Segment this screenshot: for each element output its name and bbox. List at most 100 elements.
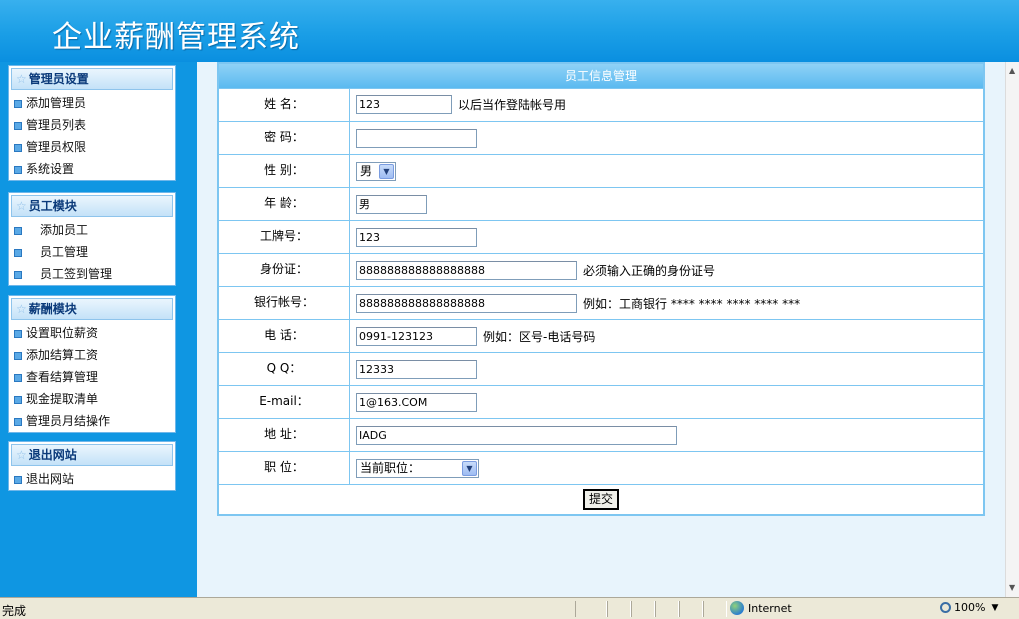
security-zone: Internet xyxy=(730,601,792,615)
form-row-badge: 工牌号： 123 xyxy=(219,220,983,253)
bullet-icon xyxy=(14,374,22,382)
form-row-idcard: 身份证： 888888888888888888 必须输入正确的身份证号 xyxy=(219,253,983,286)
globe-icon xyxy=(730,601,744,615)
chevron-down-icon[interactable]: ▼ xyxy=(379,163,394,179)
zone-label: Internet xyxy=(748,601,792,615)
sidebar-item-label: 管理员权限 xyxy=(26,140,87,154)
position-select[interactable]: 当前职位： ▼ xyxy=(356,458,479,478)
star-icon: ☆ xyxy=(16,302,27,316)
sidebar-item-employee-manage[interactable]: 员工管理 xyxy=(9,241,175,263)
status-segment xyxy=(703,601,727,617)
gender-select[interactable]: 男 ▼ xyxy=(356,161,396,181)
menu-section-exit: ☆ 退出网站 退出网站 xyxy=(8,441,176,491)
bullet-icon xyxy=(14,352,22,360)
bullet-icon xyxy=(14,476,22,484)
sidebar-item-label: 管理员列表 xyxy=(26,118,87,132)
sidebar-item-admin-permissions[interactable]: 管理员权限 xyxy=(9,136,175,158)
star-icon: ☆ xyxy=(16,72,27,86)
sidebar-item-view-settlement[interactable]: 查看结算管理 xyxy=(9,366,175,388)
sidebar-item-employee-checkin[interactable]: 员工签到管理 xyxy=(9,263,175,285)
chevron-down-icon[interactable]: ▼ xyxy=(991,603,998,613)
menu-heading-salary[interactable]: ☆ 薪酬模块 xyxy=(11,298,173,320)
field-label: 姓 名： xyxy=(219,89,350,121)
sidebar-item-monthly-close[interactable]: 管理员月结操作 xyxy=(9,410,175,432)
form-title: 员工信息管理 xyxy=(219,64,983,88)
name-input[interactable]: 123 xyxy=(356,94,452,114)
zoom-level: 100% xyxy=(954,601,986,614)
zoom-control[interactable]: 100% ▼ xyxy=(940,601,998,614)
bank-account-input[interactable]: 888888888888888888 xyxy=(356,293,577,313)
field-label: 电 话： xyxy=(219,320,350,352)
scroll-up-icon[interactable]: ▲ xyxy=(1009,66,1015,75)
app-title: 企业薪酬管理系统 xyxy=(52,20,300,55)
form-row-phone: 电 话： 0991-123123 例如：区号-电话号码 xyxy=(219,319,983,352)
sidebar-item-add-admin[interactable]: 添加管理员 xyxy=(9,92,175,114)
menu-section-salary: ☆ 薪酬模块 设置职位薪资 添加结算工资 查看结算管理 现金提取清单 管理员月结操… xyxy=(8,295,176,433)
menu-heading-admin[interactable]: ☆ 管理员设置 xyxy=(11,68,173,90)
password-input[interactable] xyxy=(356,128,477,148)
phone-input[interactable]: 0991-123123 xyxy=(356,326,477,346)
bullet-icon xyxy=(14,330,22,338)
bank-hint: 例如：工商银行 **** **** **** **** *** xyxy=(583,296,801,311)
bullet-icon xyxy=(14,271,22,279)
status-bar: 完成 Internet 100% ▼ xyxy=(0,597,1019,619)
form-row-qq: Q Q： 12333 xyxy=(219,352,983,385)
phone-hint: 例如：区号-电话号码 xyxy=(483,329,596,344)
qq-input[interactable]: 12333 xyxy=(356,359,477,379)
menu-heading-label: 退出网站 xyxy=(28,448,77,462)
sidebar-item-add-employee[interactable]: 添加员工 xyxy=(9,219,175,241)
menu-section-employee: ☆ 员工模块 添加员工 员工管理 员工签到管理 xyxy=(8,192,176,286)
bullet-icon xyxy=(14,227,22,235)
star-icon: ☆ xyxy=(16,199,27,213)
submit-button[interactable]: 提交 xyxy=(583,489,619,510)
name-hint: 以后当作登陆帐号用 xyxy=(458,97,567,112)
status-segment xyxy=(655,601,679,617)
badge-number-input[interactable]: 123 xyxy=(356,227,477,247)
sidebar-item-label: 添加管理员 xyxy=(26,96,87,110)
bullet-icon xyxy=(14,249,22,257)
bullet-icon xyxy=(14,166,22,174)
zoom-icon xyxy=(940,602,951,613)
bullet-icon xyxy=(14,396,22,404)
field-label: 地 址： xyxy=(219,419,350,451)
sidebar: ☆ 管理员设置 添加管理员 管理员列表 管理员权限 系统设置 ☆ 员工模块 添加员工… xyxy=(0,62,197,597)
email-input[interactable]: 1@163.COM xyxy=(356,392,477,412)
sidebar-item-system-settings[interactable]: 系统设置 xyxy=(9,158,175,180)
status-segment xyxy=(607,601,631,617)
field-label: E-mail： xyxy=(219,386,350,418)
field-label: Q Q： xyxy=(219,353,350,385)
field-label: 密 码： xyxy=(219,122,350,154)
vertical-scrollbar[interactable]: ▲ ▼ xyxy=(1005,62,1019,597)
sidebar-item-label: 设置职位薪资 xyxy=(26,326,99,340)
sidebar-item-label: 查看结算管理 xyxy=(26,370,99,384)
bullet-icon xyxy=(14,100,22,108)
sidebar-item-exit-site[interactable]: 退出网站 xyxy=(9,468,175,490)
sidebar-item-add-settlement[interactable]: 添加结算工资 xyxy=(9,344,175,366)
address-input[interactable]: IADG xyxy=(356,425,677,445)
idcard-input[interactable]: 888888888888888888 xyxy=(356,260,577,280)
sidebar-item-position-salary[interactable]: 设置职位薪资 xyxy=(9,322,175,344)
age-input[interactable]: 男 xyxy=(356,194,427,214)
field-label: 银行帐号： xyxy=(219,287,350,319)
employee-form: 员工信息管理 姓 名： 123 以后当作登陆帐号用 密 码： 性 别： 男 ▼ … xyxy=(217,62,985,516)
bullet-icon xyxy=(14,144,22,152)
form-row-email: E-mail： 1@163.COM xyxy=(219,385,983,418)
menu-heading-label: 员工模块 xyxy=(28,199,77,213)
status-segment xyxy=(631,601,655,617)
app-header: 企业薪酬管理系统 xyxy=(0,0,1019,62)
sidebar-item-admin-list[interactable]: 管理员列表 xyxy=(9,114,175,136)
sidebar-item-label: 员工管理 xyxy=(40,245,89,259)
sidebar-item-cash-withdrawal[interactable]: 现金提取清单 xyxy=(9,388,175,410)
menu-heading-label: 薪酬模块 xyxy=(28,302,77,316)
form-row-gender: 性 别： 男 ▼ xyxy=(219,154,983,187)
menu-heading-exit[interactable]: ☆ 退出网站 xyxy=(11,444,173,466)
status-text: 完成 xyxy=(2,604,27,618)
status-segment xyxy=(679,601,703,617)
chevron-down-icon[interactable]: ▼ xyxy=(462,460,477,476)
scroll-down-icon[interactable]: ▼ xyxy=(1009,583,1015,592)
form-row-address: 地 址： IADG xyxy=(219,418,983,451)
menu-heading-employee[interactable]: ☆ 员工模块 xyxy=(11,195,173,217)
bullet-icon xyxy=(14,418,22,426)
sidebar-item-label: 系统设置 xyxy=(26,162,75,176)
field-label: 性 别： xyxy=(219,155,350,187)
